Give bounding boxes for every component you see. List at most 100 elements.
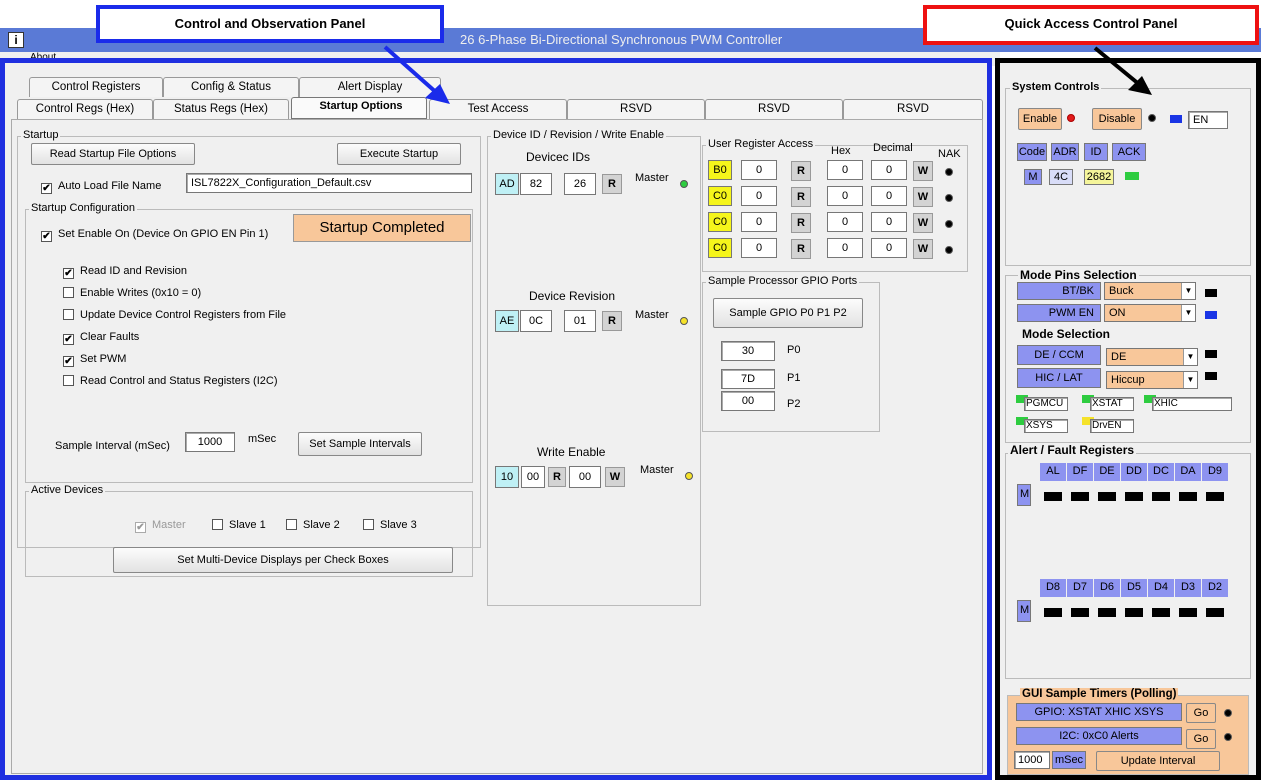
rev-read-button[interactable]: R <box>602 311 622 331</box>
slave2-checkbox[interactable]: Slave 2 <box>286 519 340 531</box>
btbk-select[interactable]: Buck ▼ <box>1104 282 1196 300</box>
alert-bit-led <box>1044 492 1062 501</box>
ura-hex[interactable]: 0 <box>827 238 863 258</box>
ura-read-button[interactable]: R <box>791 213 811 233</box>
slave3-checkbox[interactable]: Slave 3 <box>363 519 417 531</box>
alert-bit-led <box>1044 608 1062 617</box>
ura-write-button[interactable]: W <box>913 161 933 181</box>
ura-nak-led <box>945 246 953 254</box>
sample-gpio-button[interactable]: Sample GPIO P0 P1 P2 <box>713 298 863 328</box>
ura-hex[interactable]: 0 <box>827 212 863 232</box>
ura-addr[interactable]: C0 <box>708 186 732 206</box>
enable-led <box>1067 114 1075 122</box>
callout-control-observation: Control and Observation Panel <box>96 5 444 43</box>
ura-write-button[interactable]: W <box>913 187 933 207</box>
ura-addr[interactable]: B0 <box>708 160 732 180</box>
set-sample-intervals-button[interactable]: Set Sample Intervals <box>298 432 422 456</box>
app-info-icon[interactable]: i <box>8 32 24 48</box>
i2c-timer-go-button[interactable]: Go <box>1186 729 1216 749</box>
ura-dec[interactable]: 0 <box>871 186 907 206</box>
option-update-regs-checkbox[interactable]: Update Device Control Registers from Fil… <box>63 309 286 321</box>
option-set-pwm-checkbox[interactable]: ✔ Set PWM <box>63 353 126 367</box>
ura-addr[interactable]: C0 <box>708 212 732 232</box>
gpio-p1-label: P1 <box>787 372 801 384</box>
pwmen-select[interactable]: ON ▼ <box>1104 304 1196 322</box>
id-value-2[interactable]: 26 <box>564 173 596 195</box>
slave1-checkbox[interactable]: Slave 1 <box>212 519 266 531</box>
enable-button[interactable]: Enable <box>1018 108 1062 130</box>
hiclat-select[interactable]: Hiccup ▼ <box>1106 371 1198 389</box>
alert-bit-label: D3 <box>1175 579 1201 597</box>
checkbox-box <box>63 375 74 386</box>
startup-status: Startup Completed <box>293 214 471 242</box>
ura-write-button[interactable]: W <box>913 239 933 259</box>
ura-value[interactable]: 0 <box>741 160 777 180</box>
disable-button[interactable]: Disable <box>1092 108 1142 130</box>
ura-read-button[interactable]: R <box>791 187 811 207</box>
gpio-p0-label: P0 <box>787 344 801 356</box>
alert-bit-label: D7 <box>1067 579 1093 597</box>
alert-bit-label: AL <box>1040 463 1066 481</box>
tab-alert-display[interactable]: Alert Display <box>299 77 441 97</box>
ura-read-button[interactable]: R <box>791 239 811 259</box>
xstat-label: XSTAT <box>1090 397 1134 411</box>
alert-bit-led <box>1098 608 1116 617</box>
set-multi-device-button[interactable]: Set Multi-Device Displays per Check Boxe… <box>113 547 453 573</box>
update-interval-button[interactable]: Update Interval <box>1096 751 1220 771</box>
ura-dec[interactable]: 0 <box>871 160 907 180</box>
interval-input[interactable]: 1000 <box>1014 751 1050 769</box>
tab-rsvd-3[interactable]: RSVD <box>843 99 983 119</box>
set-enable-checkbox[interactable]: ✔ Set Enable On (Device On GPIO EN Pin 1) <box>41 228 268 242</box>
we-value-2[interactable]: 00 <box>569 466 601 488</box>
ura-addr[interactable]: C0 <box>708 238 732 258</box>
tab-config-status[interactable]: Config & Status <box>163 77 299 97</box>
pwmen-label: PWM EN <box>1017 304 1101 322</box>
set-enable-label: Set Enable On (Device On GPIO EN Pin 1) <box>58 228 269 240</box>
tab-test-access[interactable]: Test Access <box>429 99 567 119</box>
option-clear-faults-checkbox[interactable]: ✔ Clear Faults <box>63 331 139 345</box>
tab-status-regs-hex[interactable]: Status Regs (Hex) <box>153 99 289 119</box>
ura-write-button[interactable]: W <box>913 213 933 233</box>
rev-value-2[interactable]: 01 <box>564 310 596 332</box>
rev-value-1[interactable]: 0C <box>520 310 552 332</box>
we-value-1[interactable]: 00 <box>521 466 545 488</box>
option-read-control-checkbox[interactable]: Read Control and Status Registers (I2C) <box>63 375 277 387</box>
ura-hex[interactable]: 0 <box>827 186 863 206</box>
xsys-label: XSYS <box>1024 419 1068 433</box>
gpio-timer-go-button[interactable]: Go <box>1186 703 1216 723</box>
tab-control-registers[interactable]: Control Registers <box>29 77 163 97</box>
option-label: Update Device Control Registers from Fil… <box>80 309 287 321</box>
alert-bit-label: DD <box>1121 463 1147 481</box>
tab-startup-options[interactable]: Startup Options <box>291 97 427 119</box>
read-startup-file-button[interactable]: Read Startup File Options <box>31 143 195 165</box>
tab-control-regs-hex[interactable]: Control Regs (Hex) <box>17 99 153 119</box>
adr-value: 4C <box>1049 169 1073 185</box>
option-read-id-checkbox[interactable]: ✔ Read ID and Revision <box>63 265 187 279</box>
id-read-button[interactable]: R <box>602 174 622 194</box>
tab-rsvd-2[interactable]: RSVD <box>705 99 843 119</box>
autoload-checkbox[interactable]: ✔ Auto Load File Name <box>41 180 161 194</box>
code-label: Code <box>1017 143 1047 161</box>
option-label: Read Control and Status Registers (I2C) <box>80 375 278 387</box>
gpio-p2-label: P2 <box>787 398 801 410</box>
ura-dec[interactable]: 0 <box>871 212 907 232</box>
execute-startup-button[interactable]: Execute Startup <box>337 143 461 165</box>
alert-bit-led <box>1179 608 1197 617</box>
option-enable-writes-checkbox[interactable]: Enable Writes (0x10 = 0) <box>63 287 201 299</box>
ura-read-button[interactable]: R <box>791 161 811 181</box>
id-value-1[interactable]: 82 <box>520 173 552 195</box>
ura-value[interactable]: 0 <box>741 186 777 206</box>
alert-bit-led <box>1179 492 1197 501</box>
ura-value[interactable]: 0 <box>741 212 777 232</box>
sample-interval-input[interactable]: 1000 <box>185 432 235 452</box>
ura-value[interactable]: 0 <box>741 238 777 258</box>
we-write-button[interactable]: W <box>605 467 625 487</box>
id-addr: AD <box>495 173 519 195</box>
ura-dec[interactable]: 0 <box>871 238 907 258</box>
decmm-select[interactable]: DE ▼ <box>1106 348 1198 366</box>
we-read-button[interactable]: R <box>548 467 566 487</box>
tab-rsvd-1[interactable]: RSVD <box>567 99 705 119</box>
filename-input[interactable]: ISL7822X_Configuration_Default.csv <box>186 173 472 193</box>
ura-hex[interactable]: 0 <box>827 160 863 180</box>
startup-config-label: Startup Configuration <box>29 202 137 214</box>
